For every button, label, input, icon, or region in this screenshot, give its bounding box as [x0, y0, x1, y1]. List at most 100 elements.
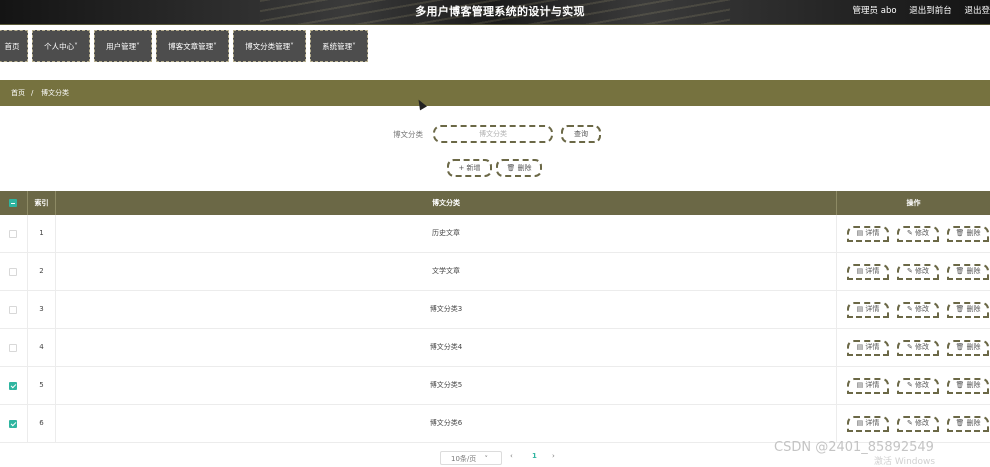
chevron-down-icon: ˅ — [352, 42, 356, 51]
edit-icon: ✎ — [906, 381, 916, 389]
nav-label: 系统管理 — [322, 42, 353, 51]
batch-delete-button[interactable]: 🗑 删除 — [496, 159, 542, 177]
nav-system-management[interactable]: 系统管理˅ — [310, 30, 368, 62]
row-category: 文学文章 — [56, 253, 837, 290]
trash-icon: 🗑 — [506, 164, 518, 172]
delete-label: 删除 — [966, 419, 981, 427]
row-checkbox[interactable] — [9, 344, 17, 352]
row-index: 6 — [28, 405, 56, 442]
detail-label: 详情 — [865, 419, 880, 427]
chevron-down-icon: ˅ — [213, 42, 217, 51]
add-button-label: 新增 — [466, 164, 481, 172]
row-checkbox[interactable] — [9, 230, 17, 238]
row-category: 博文分类6 — [56, 405, 837, 442]
edit-button[interactable]: ✎ 修改 — [897, 302, 939, 318]
row-category: 历史文章 — [56, 215, 837, 252]
delete-label: 删除 — [966, 229, 981, 237]
table-row: 1 历史文章 ▤ 详情 ✎ 修改 🗑 删除 — [0, 215, 990, 253]
nav-personal-center[interactable]: 个人中心˅ — [32, 30, 90, 62]
edit-button[interactable]: ✎ 修改 — [897, 378, 939, 394]
next-page-button[interactable]: › — [552, 452, 555, 460]
detail-button[interactable]: ▤ 详情 — [847, 378, 889, 394]
edit-button[interactable]: ✎ 修改 — [897, 226, 939, 242]
detail-button[interactable]: ▤ 详情 — [847, 416, 889, 432]
row-actions: ▤ 详情 ✎ 修改 🗑 删除 — [837, 291, 990, 328]
detail-label: 详情 — [865, 381, 880, 389]
delete-button-label: 删除 — [517, 164, 532, 172]
trash-icon: 🗑 — [955, 419, 967, 427]
nav-label: 博客文章管理 — [168, 42, 214, 51]
nav-category-management[interactable]: 博文分类管理˅ — [233, 30, 306, 62]
row-actions: ▤ 详情 ✎ 修改 🗑 删除 — [837, 367, 990, 404]
row-index: 5 — [28, 367, 56, 404]
category-search-input[interactable] — [433, 125, 553, 143]
app-title: 多用户博客管理系统的设计与实现 — [415, 5, 585, 18]
trash-icon: 🗑 — [955, 267, 967, 275]
breadcrumb-home[interactable]: 首页 — [11, 80, 25, 106]
logout-link[interactable]: 退出登 — [964, 6, 990, 16]
delete-label: 删除 — [966, 381, 981, 389]
edit-label: 修改 — [915, 343, 930, 351]
front-link[interactable]: 退出到前台 — [909, 6, 952, 16]
current-page[interactable]: 1 — [532, 452, 537, 460]
edit-label: 修改 — [915, 267, 930, 275]
row-select-cell — [0, 215, 28, 252]
edit-label: 修改 — [915, 381, 930, 389]
row-actions: ▤ 详情 ✎ 修改 🗑 删除 — [837, 253, 990, 290]
table-row: 2 文学文章 ▤ 详情 ✎ 修改 🗑 删除 — [0, 253, 990, 291]
breadcrumb-current: 博文分类 — [41, 89, 69, 97]
query-button-label: 查询 — [574, 130, 588, 138]
nav-home[interactable]: 首页 — [0, 30, 28, 62]
row-checkbox[interactable] — [9, 306, 17, 314]
chevron-down-icon: ˅ — [484, 455, 489, 463]
add-button[interactable]: + 新增 — [447, 159, 492, 177]
delete-button[interactable]: 🗑 删除 — [947, 416, 989, 432]
prev-page-button[interactable]: ‹ — [510, 452, 513, 460]
delete-button[interactable]: 🗑 删除 — [947, 378, 989, 394]
detail-label: 详情 — [865, 343, 880, 351]
detail-button[interactable]: ▤ 详情 — [847, 340, 889, 356]
edit-icon: ✎ — [906, 305, 916, 313]
detail-label: 详情 — [865, 229, 880, 237]
edit-label: 修改 — [915, 305, 930, 313]
table-row: 5 博文分类5 ▤ 详情 ✎ 修改 🗑 删除 — [0, 367, 990, 405]
query-button[interactable]: 查询 — [561, 125, 601, 143]
select-all-checkbox[interactable] — [9, 199, 17, 207]
row-actions: ▤ 详情 ✎ 修改 🗑 删除 — [837, 329, 990, 366]
breadcrumb: 首页 / 博文分类 — [0, 80, 990, 106]
delete-button[interactable]: 🗑 删除 — [947, 264, 989, 280]
top-header: 多用户博客管理系统的设计与实现 管理员 abo 退出到前台 退出登 — [0, 0, 990, 25]
row-index: 3 — [28, 291, 56, 328]
actions-header: 操作 — [837, 191, 990, 215]
edit-button[interactable]: ✎ 修改 — [897, 340, 939, 356]
nav-label: 个人中心 — [44, 42, 75, 51]
delete-label: 删除 — [966, 343, 981, 351]
row-checkbox[interactable] — [9, 268, 17, 276]
header-user-area: 管理员 abo 退出到前台 退出登 — [843, 4, 990, 16]
edit-label: 修改 — [915, 229, 930, 237]
row-select-cell — [0, 329, 28, 366]
row-checkbox[interactable] — [9, 382, 17, 390]
row-index: 4 — [28, 329, 56, 366]
breadcrumb-separator: / — [31, 89, 34, 97]
delete-button[interactable]: 🗑 删除 — [947, 340, 989, 356]
trash-icon: 🗑 — [955, 305, 967, 313]
page-size-select[interactable]: 10条/页 ˅ — [440, 451, 502, 465]
detail-button[interactable]: ▤ 详情 — [847, 302, 889, 318]
delete-button[interactable]: 🗑 删除 — [947, 302, 989, 318]
row-index: 2 — [28, 253, 56, 290]
nav-user-management[interactable]: 用户管理˅ — [94, 30, 152, 62]
row-checkbox[interactable] — [9, 420, 17, 428]
table-row: 4 博文分类4 ▤ 详情 ✎ 修改 🗑 删除 — [0, 329, 990, 367]
edit-button[interactable]: ✎ 修改 — [897, 264, 939, 280]
delete-label: 删除 — [966, 267, 981, 275]
nav-article-management[interactable]: 博客文章管理˅ — [156, 30, 229, 62]
trash-icon: 🗑 — [955, 229, 967, 237]
trash-icon: 🗑 — [955, 381, 967, 389]
row-actions: ▤ 详情 ✎ 修改 🗑 删除 — [837, 405, 990, 442]
detail-label: 详情 — [865, 305, 880, 313]
detail-button[interactable]: ▤ 详情 — [847, 264, 889, 280]
edit-button[interactable]: ✎ 修改 — [897, 416, 939, 432]
delete-button[interactable]: 🗑 删除 — [947, 226, 989, 242]
detail-button[interactable]: ▤ 详情 — [847, 226, 889, 242]
